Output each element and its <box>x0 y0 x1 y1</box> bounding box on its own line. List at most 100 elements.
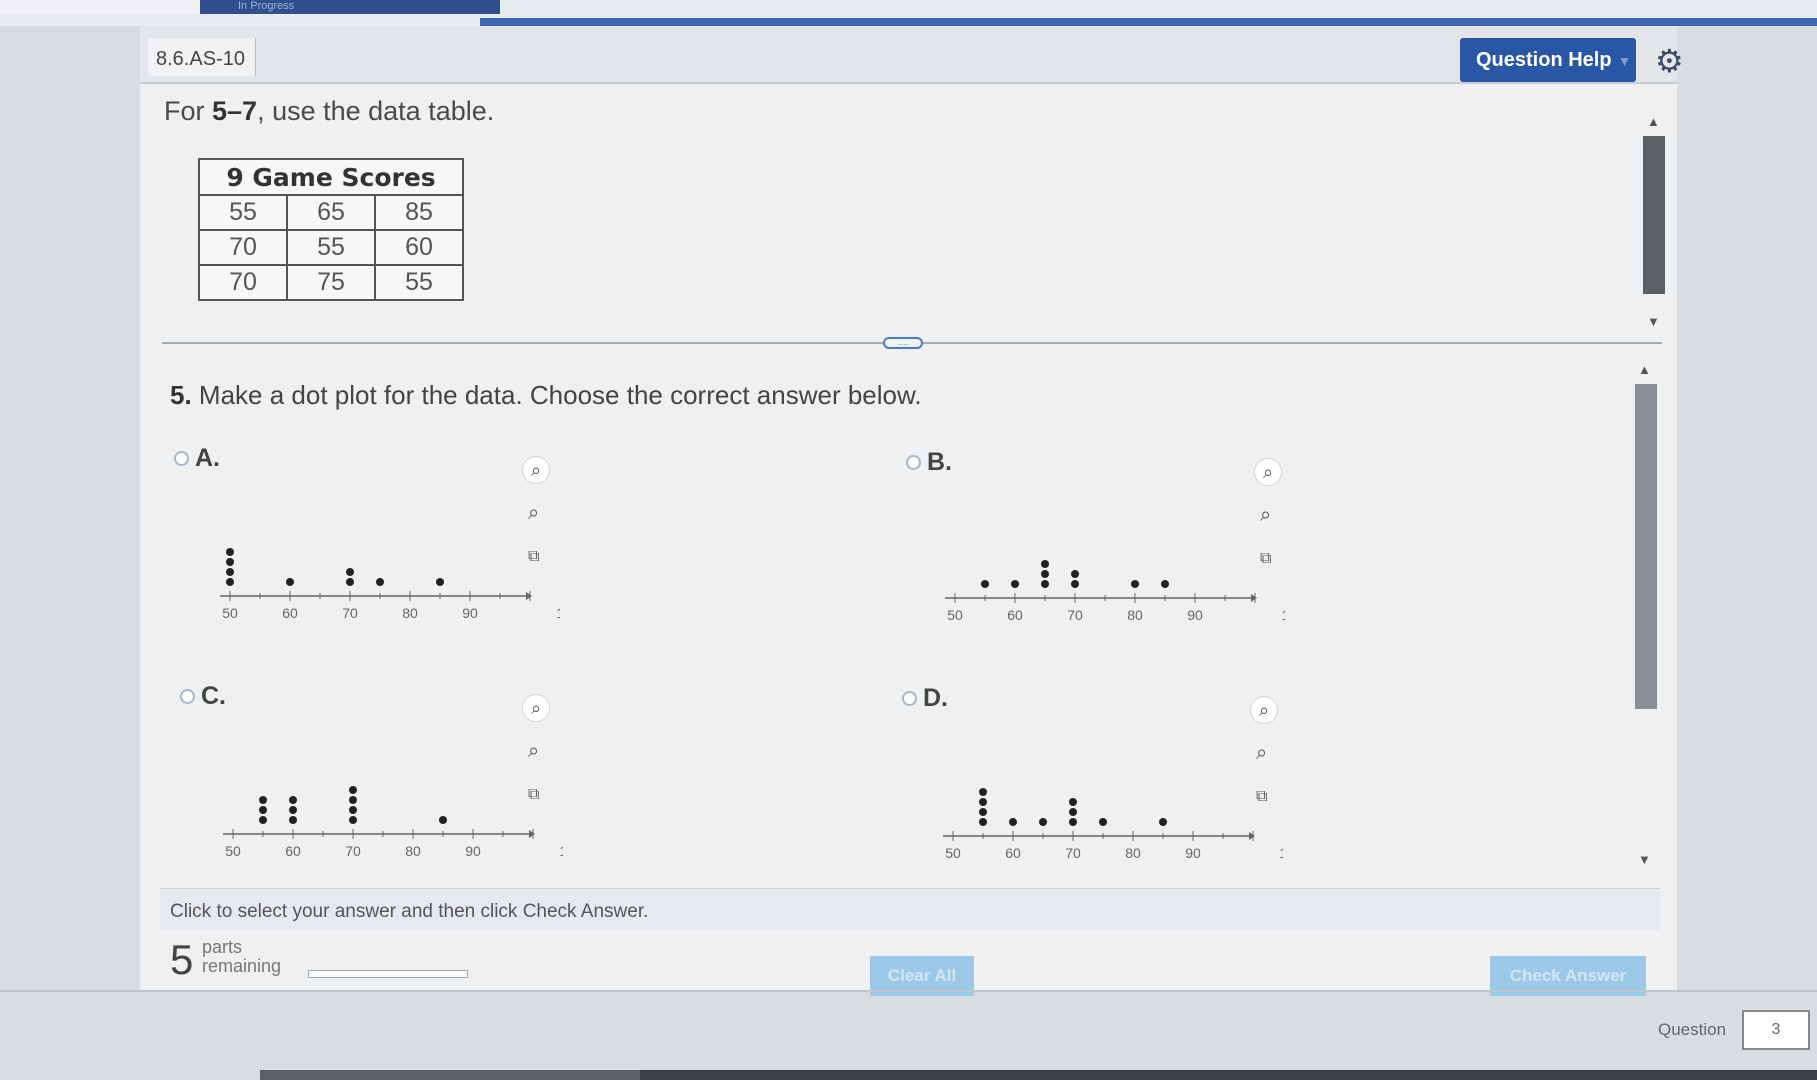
tick-label: 90 <box>465 843 481 859</box>
tick-label: 90 <box>1185 845 1201 861</box>
top-tab-label[interactable]: In Progress <box>238 0 294 12</box>
top-bar-light <box>0 0 200 14</box>
table-row: 70 75 55 <box>198 264 464 301</box>
choice-a-letter: A. <box>195 444 220 472</box>
data-dot <box>979 798 987 806</box>
zoom-out-icon[interactable]: ⌕ <box>528 502 539 525</box>
data-dot <box>289 806 297 814</box>
scroll-down-icon[interactable]: ▼ <box>1647 314 1660 329</box>
scrollbar-thumb[interactable] <box>1643 136 1665 294</box>
zoom-in-icon[interactable]: ⌕ <box>1250 696 1278 724</box>
data-dot <box>349 796 357 804</box>
scrollbar-thumb[interactable] <box>1635 384 1657 709</box>
dot-plot-d: 50 60 70 80 90 151 <box>943 788 1283 861</box>
tick-label: 60 <box>282 605 298 621</box>
choice-b[interactable]: B. <box>906 448 952 477</box>
choice-c[interactable]: C. <box>180 682 226 711</box>
instruction-text: Click to select your answer and then cli… <box>170 901 649 922</box>
data-dot <box>226 578 234 586</box>
data-dot <box>1041 580 1049 588</box>
data-dot <box>1099 818 1107 826</box>
axis-arrow-right <box>526 592 532 600</box>
zoom-out-icon[interactable]: ⌕ <box>1256 742 1267 765</box>
axis-arrow-right <box>1249 832 1255 840</box>
tick-label: 50 <box>945 845 961 861</box>
question-id: 8.6.AS-10 <box>148 38 256 76</box>
question-header: 8.6.AS-10 Question Help ▼ ⚙ <box>140 26 1684 84</box>
data-dot <box>349 786 357 794</box>
data-dot <box>286 578 294 586</box>
zoom-out-icon[interactable]: ⌕ <box>1260 504 1271 527</box>
browser-top-strip: In Progress <box>0 0 1817 26</box>
tick-label: 70 <box>345 843 361 859</box>
data-dot <box>226 568 234 576</box>
tick-label: 80 <box>1125 845 1141 861</box>
radio-b[interactable] <box>906 455 921 470</box>
table-row: 55 65 85 <box>198 194 464 231</box>
tick-label: 70 <box>342 605 358 621</box>
question-help-button[interactable]: Question Help ▼ <box>1460 38 1636 82</box>
table-cell: 60 <box>374 229 464 266</box>
top-bar-accent <box>480 18 1817 26</box>
radio-d[interactable] <box>902 691 917 706</box>
gear-icon[interactable]: ⚙ <box>1655 42 1684 80</box>
top-scrollbar[interactable]: ▲ ▼ <box>1640 100 1666 340</box>
data-dot <box>259 806 267 814</box>
question-text: 5. Make a dot plot for the data. Choose … <box>170 380 922 411</box>
choice-a[interactable]: A. <box>174 444 220 473</box>
choice-d[interactable]: D. <box>902 684 948 713</box>
data-dot <box>346 578 354 586</box>
data-dot <box>439 816 447 824</box>
data-dot <box>981 580 989 588</box>
data-dot <box>226 548 234 556</box>
data-dot <box>979 788 987 796</box>
data-dot <box>289 816 297 824</box>
axis-arrow-right <box>1251 594 1257 602</box>
tick-label: 60 <box>1007 607 1023 623</box>
tick-label: 70 <box>1065 845 1081 861</box>
table-cell: 70 <box>198 264 288 301</box>
question-nav-label: Question <box>1658 1020 1727 1039</box>
tick-label: 90 <box>1187 607 1203 623</box>
table-cell: 55 <box>286 229 376 266</box>
choice-c-letter: C. <box>201 682 226 710</box>
data-dot <box>259 816 267 824</box>
choice-b-letter: B. <box>927 448 952 476</box>
data-dot <box>376 578 384 586</box>
answer-scrollbar[interactable]: ▲ ▼ <box>1630 356 1660 867</box>
table-cell: 70 <box>198 229 288 266</box>
data-dot <box>1041 560 1049 568</box>
parts-label-line1: parts <box>202 937 243 957</box>
parts-label-line2: remaining <box>202 956 282 976</box>
dot-plot-c: 50 60 70 80 90 151 <box>223 786 563 859</box>
data-dot <box>1131 580 1139 588</box>
scroll-up-icon[interactable]: ▲ <box>1647 114 1660 129</box>
parts-remaining-count: 5 <box>170 936 194 983</box>
intro-range: 5–7 <box>212 96 258 126</box>
zoom-in-icon[interactable]: ⌕ <box>522 456 550 484</box>
question-number: 5. <box>170 380 192 410</box>
extra-label: 151 <box>556 605 560 621</box>
data-dot <box>1159 818 1167 826</box>
zoom-in-icon[interactable]: ⌕ <box>1254 458 1282 486</box>
scroll-up-icon[interactable]: ▲ <box>1638 362 1651 377</box>
radio-a[interactable] <box>174 451 189 466</box>
divider-grip-handle[interactable]: .... <box>883 337 923 349</box>
zoom-in-icon[interactable]: ⌕ <box>522 694 550 722</box>
zoom-out-icon[interactable]: ⌕ <box>528 740 539 763</box>
data-dot <box>346 568 354 576</box>
choice-d-letter: D. <box>923 684 948 712</box>
dot-plot-b: 50 60 70 80 90 151 <box>945 560 1285 623</box>
table-cell: 55 <box>198 194 288 231</box>
question-window: 8.6.AS-10 Question Help ▼ ⚙ For 5–7, use … <box>140 26 1684 996</box>
data-dot <box>1039 818 1047 826</box>
data-dot <box>349 816 357 824</box>
tick-label: 60 <box>1005 845 1021 861</box>
question-number-input[interactable]: 3 <box>1742 1010 1810 1050</box>
dot-plot-a: 50 60 70 80 90 151 <box>220 548 560 621</box>
radio-c[interactable] <box>180 689 195 704</box>
data-dot <box>349 806 357 814</box>
tick-label: 80 <box>1127 607 1143 623</box>
scroll-down-icon[interactable]: ▼ <box>1638 852 1651 867</box>
extra-label: 151 <box>1279 845 1283 861</box>
